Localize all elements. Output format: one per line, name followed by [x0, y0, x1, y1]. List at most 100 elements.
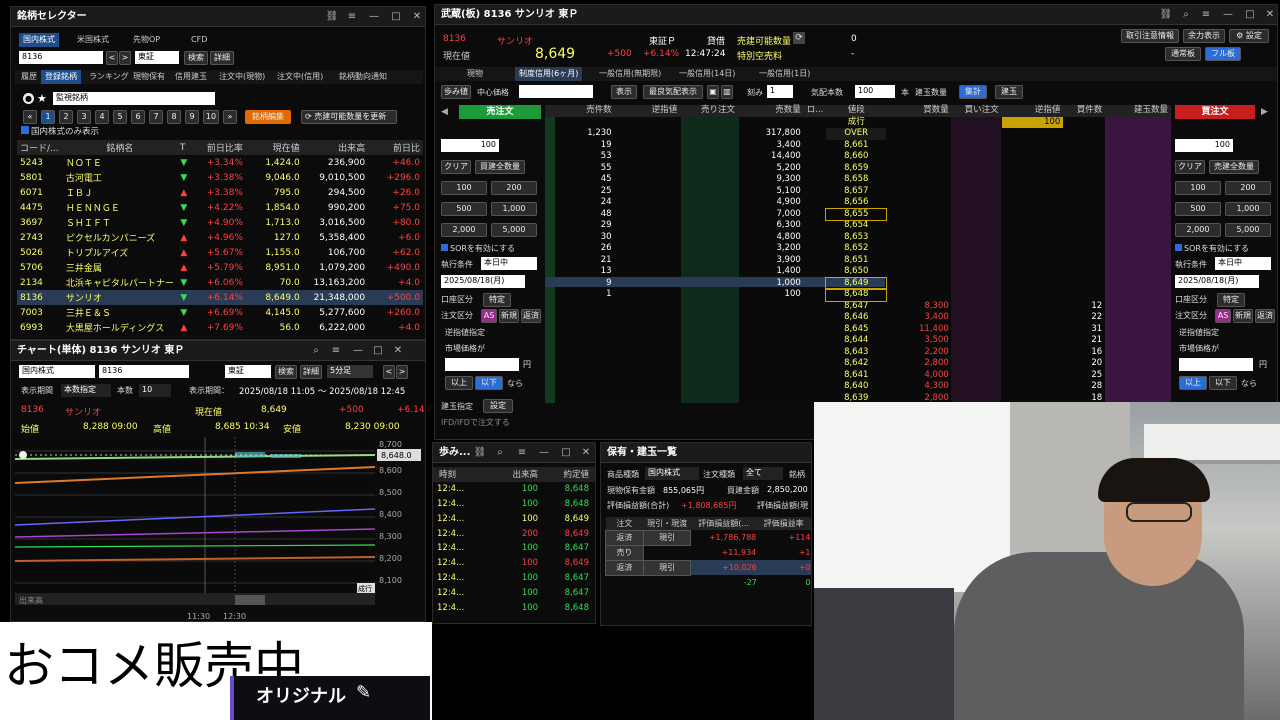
subtab-orders-margin[interactable]: 注文中(信用) — [273, 70, 327, 84]
info-icon[interactable]: ● — [23, 93, 34, 104]
code-input[interactable]: 8136 — [19, 51, 103, 64]
sell-position-set-button[interactable]: 設定 — [483, 399, 513, 413]
page-6[interactable]: 6 — [131, 110, 145, 124]
holding-row[interactable]: 売り +11,934 +1 — [605, 544, 811, 561]
next-button[interactable]: > — [119, 51, 131, 65]
tab-domestic[interactable]: 国内株式 — [19, 33, 59, 47]
menu-icon[interactable]: ≡ — [1197, 5, 1215, 25]
sell-q-100[interactable]: 100 — [441, 181, 487, 195]
col-trend[interactable]: T — [177, 140, 191, 155]
sell-all-button[interactable]: 買建全数量 — [475, 160, 525, 174]
watchlist-row[interactable]: 4475 ＨＥＮＮＧＥ ▼ +4.22% 1,854.0 990,200 +75.0 — [17, 200, 423, 215]
tab-us[interactable]: 米国株式 — [73, 33, 113, 47]
book-row[interactable]: 21 3,900 8,651 — [545, 255, 1171, 267]
page-1[interactable]: 1 — [41, 110, 55, 124]
count-input[interactable]: 10 — [139, 384, 171, 397]
checkbox-icon[interactable] — [21, 126, 29, 134]
sell-ifd-checkbox[interactable]: IFD/IFDで注文する — [441, 417, 510, 428]
book-row[interactable]: 13 1,400 8,650 — [545, 266, 1171, 278]
chart-market-select[interactable]: 国内株式 — [19, 365, 95, 378]
refresh-icon[interactable]: ⟳ — [793, 32, 805, 44]
domestic-only-checkbox[interactable]: 国内株式のみ表示 — [21, 125, 99, 137]
margin-display-button[interactable]: 余力表示 — [1183, 29, 1225, 43]
chart-detail-button[interactable]: 詳細 — [300, 365, 322, 379]
book-row[interactable]: 24 4,900 8,656 — [545, 197, 1171, 209]
subtab-ranking[interactable]: ランキング — [85, 70, 133, 84]
watchlist-row[interactable]: 8136 サンリオ ▼ +6.14% 8,649.0 21,348,000 +500.0 — [17, 290, 423, 305]
buy-collapse-icon[interactable]: ▶ — [1261, 107, 1268, 117]
maximize-icon[interactable]: □ — [557, 443, 575, 463]
col-name[interactable]: 銘柄名 — [63, 140, 177, 155]
sell-acct-value[interactable]: 特定 — [483, 293, 511, 307]
gear-icon[interactable]: ⚙ 設定 — [1229, 29, 1269, 43]
watchlist-row[interactable]: 6993 大黒屋ホールディングス ▲ +7.69% 56.0 6,222,000 +4.0 — [17, 320, 423, 335]
sell-q-2000[interactable]: 2,000 — [441, 223, 487, 237]
page-2[interactable]: 2 — [59, 110, 73, 124]
minimize-icon[interactable]: — — [349, 341, 367, 361]
market-select[interactable]: 東証 — [135, 51, 179, 64]
sell-cond-select[interactable]: 本日中 — [481, 257, 537, 270]
page-8[interactable]: 8 — [167, 110, 181, 124]
col-code[interactable]: コード/... — [17, 140, 63, 155]
tab-futures[interactable]: 先物OP — [129, 33, 164, 47]
subtab-alerts[interactable]: 銘柄動向通知 — [335, 70, 391, 84]
holding-row[interactable]: 返済 現引 +1,786,788 +114 — [605, 529, 811, 546]
checkbox-icon[interactable] — [441, 244, 448, 251]
holding-action[interactable]: 売り — [605, 544, 644, 561]
buy-below-button[interactable]: 以下 — [1209, 376, 1237, 390]
maximize-icon[interactable]: □ — [387, 7, 405, 27]
tab-cfd[interactable]: CFD — [187, 33, 211, 47]
buy-all-button[interactable]: 売建全数量 — [1209, 160, 1259, 174]
sell-new-button[interactable]: 新規 — [499, 309, 519, 323]
sell-close-button[interactable]: 返済 — [521, 309, 541, 323]
holding-action[interactable]: 返済 — [605, 529, 644, 546]
book-row[interactable]: 19 3,400 8,661 — [545, 140, 1171, 152]
buy-close-button[interactable]: 返済 — [1255, 309, 1275, 323]
page-last[interactable]: » — [223, 110, 237, 124]
menu-icon[interactable]: ≡ — [327, 341, 345, 361]
search-icon[interactable]: ⌕ — [307, 341, 325, 361]
book-row[interactable]: 26 3,200 8,652 — [545, 243, 1171, 255]
watchlist-row[interactable]: 6071 ＩＢＪ ▲ +3.38% 795.0 294,500 +26.0 — [17, 185, 423, 200]
subtab-registered[interactable]: 登録銘柄 — [41, 70, 81, 84]
holding-action[interactable] — [606, 575, 644, 590]
detail-button[interactable]: 詳細 — [210, 51, 234, 65]
sell-trigger-input[interactable] — [445, 358, 519, 371]
buy-acct-value[interactable]: 特定 — [1217, 293, 1245, 307]
tab-general-unlimited[interactable]: 一般信用(無期限) — [595, 67, 665, 81]
page-3[interactable]: 3 — [77, 110, 91, 124]
page-first[interactable]: « — [23, 110, 37, 124]
tab-general-1d[interactable]: 一般信用(1日) — [755, 67, 814, 81]
minimize-icon[interactable]: — — [365, 7, 383, 27]
col-price[interactable]: 現在値 — [246, 140, 303, 155]
buy-q-200[interactable]: 200 — [1225, 181, 1271, 195]
book-row[interactable]: 1 100 8,648 — [545, 288, 1171, 302]
book-row[interactable]: 30 4,800 8,653 — [545, 232, 1171, 244]
search-button[interactable]: 検索 — [184, 51, 208, 65]
layout-icon-1[interactable]: ▣ — [707, 85, 719, 99]
best-quote-button[interactable]: 最良気配表示 — [643, 85, 703, 99]
book-row[interactable]: 8,644 3,500 21 — [545, 335, 1171, 347]
sell-q-1000[interactable]: 1,000 — [491, 202, 537, 216]
watchlist-row[interactable]: 7003 三井Ｅ＆Ｓ ▼ +6.69% 4,145.0 5,277,600 +260.0 — [17, 305, 423, 320]
menu-icon[interactable]: ≡ — [513, 443, 531, 463]
tab-cash[interactable]: 現物 — [463, 67, 487, 81]
watchlist-row[interactable]: 5243 ＮＯＴＥ ▼ +3.34% 1,424.0 236,900 +46.0 — [17, 155, 423, 170]
subtab-holdings[interactable]: 現物保有 — [129, 70, 169, 84]
edit-list-button[interactable]: 銘柄編集 — [245, 110, 291, 124]
buy-qty-input[interactable]: 100 — [1175, 139, 1233, 152]
maximize-icon[interactable]: □ — [1241, 5, 1259, 25]
chart-code-input[interactable]: 8136 — [99, 365, 189, 378]
buy-q-1000[interactable]: 1,000 — [1225, 202, 1271, 216]
page-7[interactable]: 7 — [149, 110, 163, 124]
aggregate-button[interactable]: 集計 — [959, 85, 987, 99]
book-row[interactable]: 8,647 8,300 12 — [545, 301, 1171, 313]
sell-clear-button[interactable]: クリア — [441, 160, 471, 174]
minimize-icon[interactable]: — — [1219, 5, 1237, 25]
display-button[interactable]: 表示 — [611, 85, 637, 99]
sell-as-button[interactable]: AS — [481, 309, 497, 323]
buy-q-100[interactable]: 100 — [1175, 181, 1221, 195]
subtab-orders-cash[interactable]: 注文中(現物) — [215, 70, 269, 84]
chart-search-button[interactable]: 検索 — [275, 365, 297, 379]
watchlist-row[interactable]: 5706 三井金属 ▲ +5.79% 8,951.0 1,079,200 +490.0 — [17, 260, 423, 275]
